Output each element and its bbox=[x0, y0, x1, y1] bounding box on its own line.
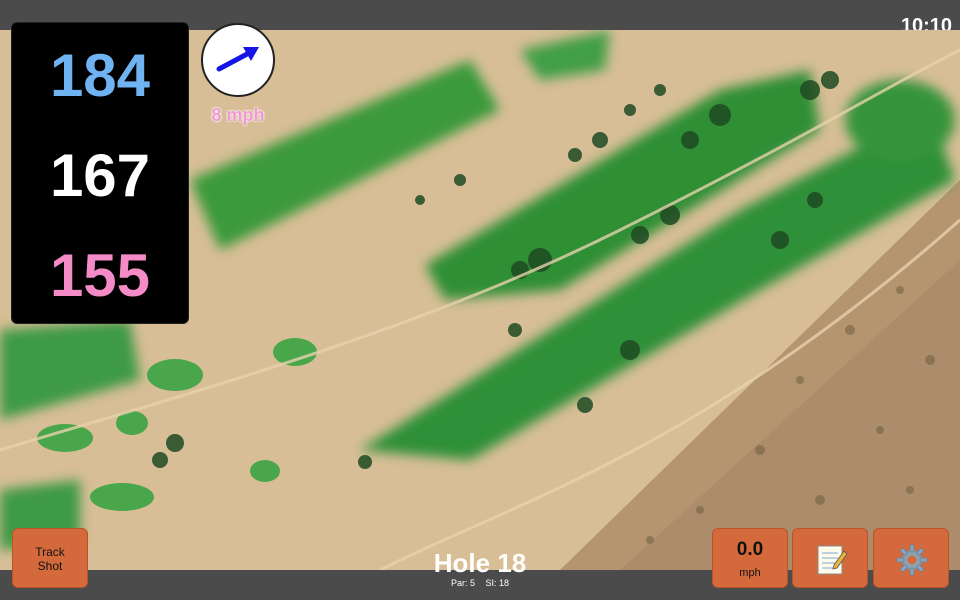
notepad-icon bbox=[817, 545, 848, 575]
speed-button[interactable]: 0.0 mph bbox=[712, 528, 788, 588]
speed-unit: mph bbox=[739, 567, 761, 579]
settings-button[interactable] bbox=[873, 528, 949, 588]
back-yardage: 184 bbox=[49, 42, 151, 109]
middle-yardage: 167 bbox=[49, 142, 151, 209]
wind-speed: 8 mph bbox=[211, 105, 265, 125]
yardage-panel: 184 167 155 bbox=[11, 22, 189, 324]
arrow-right-icon bbox=[216, 47, 259, 72]
hole-stroke-index: SI: 18 bbox=[485, 578, 510, 588]
notes-button[interactable] bbox=[792, 528, 868, 588]
hole-info: Par: 5 SI: 18 bbox=[380, 577, 580, 589]
wind-direction-dial bbox=[201, 23, 275, 97]
hole-title: Hole 18 bbox=[433, 548, 527, 578]
gear-icon bbox=[896, 544, 928, 576]
track-shot-label-line1: Track bbox=[35, 545, 65, 559]
front-yardage: 155 bbox=[49, 242, 151, 309]
track-shot-label-line2: Shot bbox=[37, 559, 63, 573]
speed-value: 0.0 bbox=[736, 539, 764, 560]
track-shot-button[interactable]: Track Shot bbox=[12, 528, 88, 588]
hole-par: Par: 5 bbox=[450, 578, 475, 588]
